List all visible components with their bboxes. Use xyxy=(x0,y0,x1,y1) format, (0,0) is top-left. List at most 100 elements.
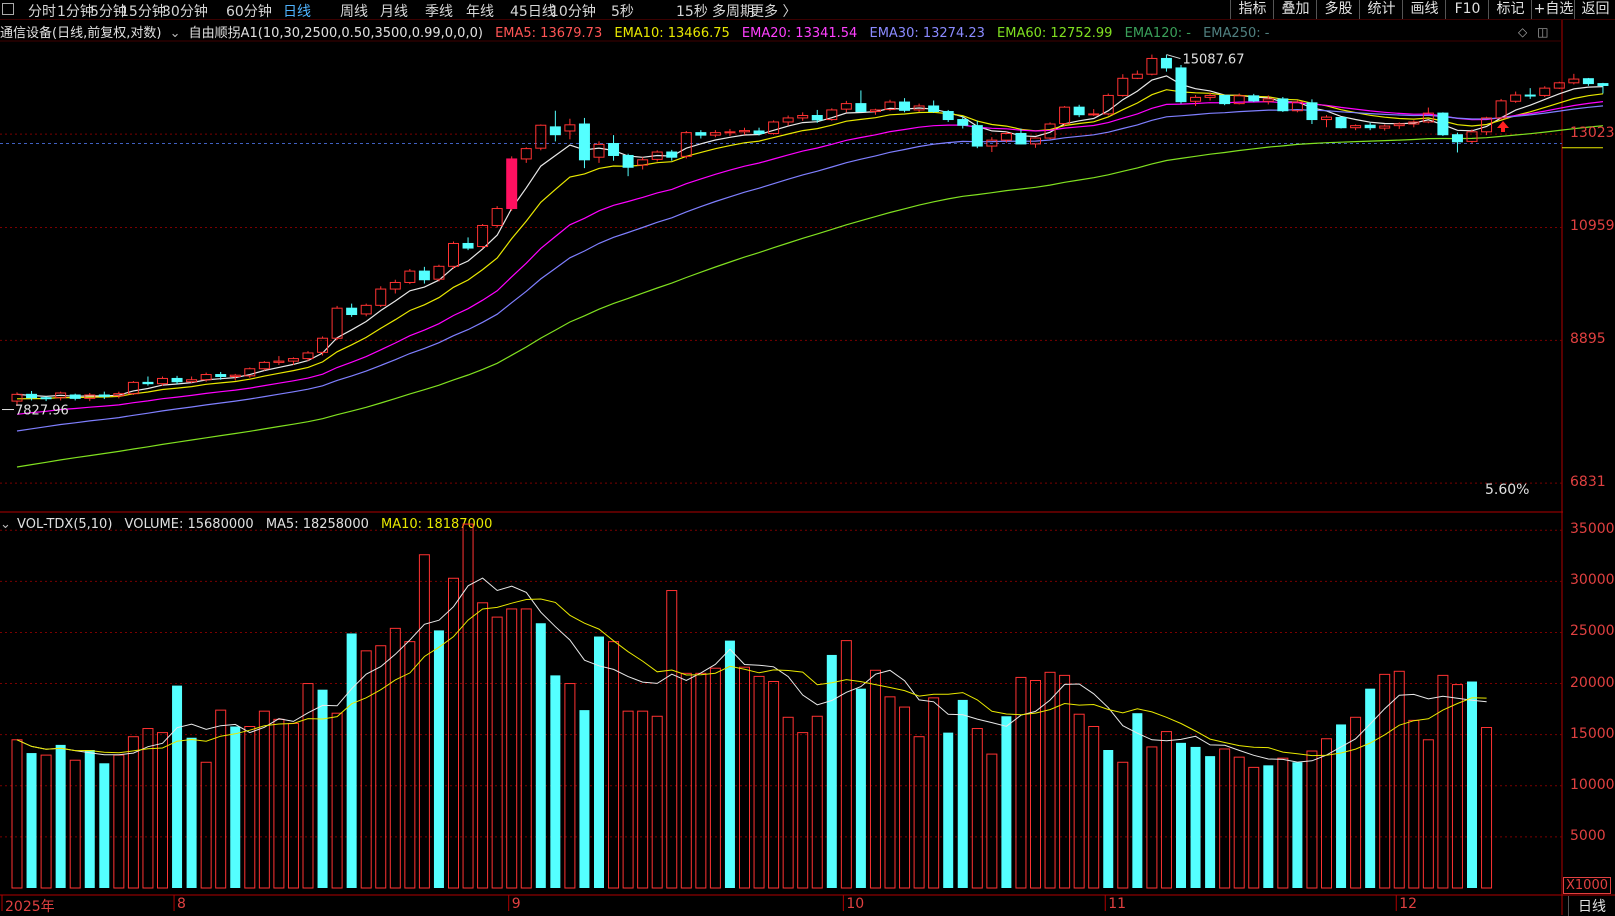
period-tab[interactable]: 月线 xyxy=(380,1,408,21)
volume-bar xyxy=(1365,688,1376,888)
candle-body xyxy=(462,242,474,249)
candle-body xyxy=(840,103,852,110)
tool-button[interactable]: F10 xyxy=(1445,0,1489,19)
candle-body xyxy=(171,377,183,383)
candle-body xyxy=(1408,121,1420,125)
volume-bar xyxy=(826,654,837,888)
volume-bar xyxy=(418,554,430,889)
tool-button[interactable]: +自选 xyxy=(1531,0,1575,19)
volume-bar xyxy=(840,640,852,889)
volume-tick-label: 25000 xyxy=(1570,623,1615,640)
volume-tick-label: 20000 xyxy=(1570,674,1615,691)
date-tick-label: 10 xyxy=(846,896,865,912)
volume-bar xyxy=(1146,746,1158,889)
vol-ma5-line xyxy=(16,577,1487,763)
volume-bar xyxy=(40,754,52,889)
volume-bar xyxy=(622,710,634,889)
candle-body xyxy=(1219,94,1231,105)
date-tick-label: 2025年 xyxy=(5,899,55,915)
tool-button[interactable]: 叠加 xyxy=(1273,0,1317,19)
volume-bar xyxy=(477,602,489,889)
tool-button[interactable]: 画线 xyxy=(1402,0,1446,19)
period-label[interactable]: 日线 xyxy=(1568,896,1615,916)
candle-body xyxy=(331,307,343,339)
window-toggle-icon[interactable]: ◫ xyxy=(1537,25,1548,39)
candle-body xyxy=(1160,57,1172,69)
diamond-icon[interactable]: ◇ xyxy=(1518,25,1527,39)
candle-body xyxy=(26,393,38,399)
candle-body xyxy=(753,130,765,134)
volume-bar xyxy=(244,725,256,889)
volume-bar xyxy=(957,699,968,888)
volume-bar xyxy=(986,753,998,889)
candle-body xyxy=(273,360,285,363)
panel-buttons: ◇ ◫ xyxy=(1518,25,1548,39)
chevron-down-icon[interactable]: ⌄ xyxy=(0,517,11,532)
period-tab[interactable]: 10分钟 xyxy=(550,1,596,21)
volume-bar xyxy=(797,732,809,889)
volume-bar xyxy=(1059,674,1071,889)
volume-bar xyxy=(1306,750,1318,889)
volume-bar xyxy=(200,761,212,889)
volume-bar xyxy=(1219,748,1231,889)
candle-body xyxy=(418,270,430,281)
chevron-down-icon[interactable]: ⌄ xyxy=(170,26,181,40)
ema60-label: EMA60: 12752.99 xyxy=(997,26,1113,40)
candle-body xyxy=(1146,57,1158,75)
period-tab[interactable]: 30分钟 xyxy=(162,1,208,21)
volume-bar xyxy=(943,732,954,888)
date-tick-label: 11 xyxy=(1108,896,1127,912)
period-tab[interactable]: 更多 〉 xyxy=(750,1,796,21)
candle-body xyxy=(1510,94,1522,102)
period-tab[interactable]: 季线 xyxy=(425,1,453,21)
price-tick-label: 13023 xyxy=(1570,125,1615,142)
period-tab[interactable]: 日线 xyxy=(283,1,311,21)
period-tab[interactable]: 45日线 xyxy=(510,1,556,21)
period-tab[interactable]: 年线 xyxy=(466,1,494,21)
period-tab[interactable]: 分时 xyxy=(28,1,56,21)
candle-body xyxy=(695,132,707,136)
volume-unit-label: X1000 xyxy=(1563,877,1611,894)
chart-canvas[interactable]: 15087.67 7827.96 xyxy=(0,0,1615,915)
period-tab[interactable]: 5秒 xyxy=(611,1,634,21)
volume-bar xyxy=(753,675,765,889)
candle-body xyxy=(157,377,168,385)
candle-body xyxy=(724,131,736,134)
period-tab[interactable]: 15秒 xyxy=(676,1,708,21)
price-tick-label: 6831 xyxy=(1570,474,1606,491)
period-tab[interactable]: 15分钟 xyxy=(120,1,166,21)
candle-body xyxy=(1321,116,1332,121)
candle-body xyxy=(709,132,721,136)
tool-button[interactable]: 返回 xyxy=(1574,0,1615,19)
candle-body xyxy=(127,381,139,395)
tool-button[interactable]: 统计 xyxy=(1359,0,1403,19)
candle-body xyxy=(1495,100,1507,119)
candle-body xyxy=(1597,83,1609,86)
candle-body xyxy=(520,148,532,160)
candle-body xyxy=(491,208,503,226)
candle-body xyxy=(942,111,954,121)
volume-bar xyxy=(637,710,649,889)
tool-button[interactable]: 多股 xyxy=(1316,0,1360,19)
candle-body xyxy=(186,379,198,383)
candle-body xyxy=(302,352,314,360)
candle-body xyxy=(1102,94,1114,115)
volume-bar xyxy=(26,753,37,888)
period-toolbar: 分时 1分钟 5分钟 15分钟 30分钟 60分钟 日线 周线 月线 季线 年线 45日线 10分钟 5秒… xyxy=(0,0,1615,20)
period-tab[interactable]: 多周期 xyxy=(712,1,754,21)
period-tab[interactable]: 60分钟 xyxy=(226,1,272,21)
date-tick-label: 9 xyxy=(511,896,521,912)
volume-bar xyxy=(127,736,139,889)
volume-bar xyxy=(1190,746,1201,888)
volume-bar xyxy=(331,712,343,889)
tool-button[interactable]: 指标 xyxy=(1230,0,1274,19)
ema5-line xyxy=(16,75,1604,398)
period-tab[interactable]: 周线 xyxy=(340,1,368,21)
volume-bar xyxy=(346,633,357,888)
candle-body xyxy=(1044,123,1056,139)
percent-label: 5.60% xyxy=(1485,482,1530,498)
window-menu-icon[interactable] xyxy=(2,3,14,15)
period-tab[interactable]: 1分钟 xyxy=(57,1,94,21)
tool-button[interactable]: 标记 xyxy=(1488,0,1532,19)
ema30-label: EMA30: 13274.23 xyxy=(869,26,985,40)
